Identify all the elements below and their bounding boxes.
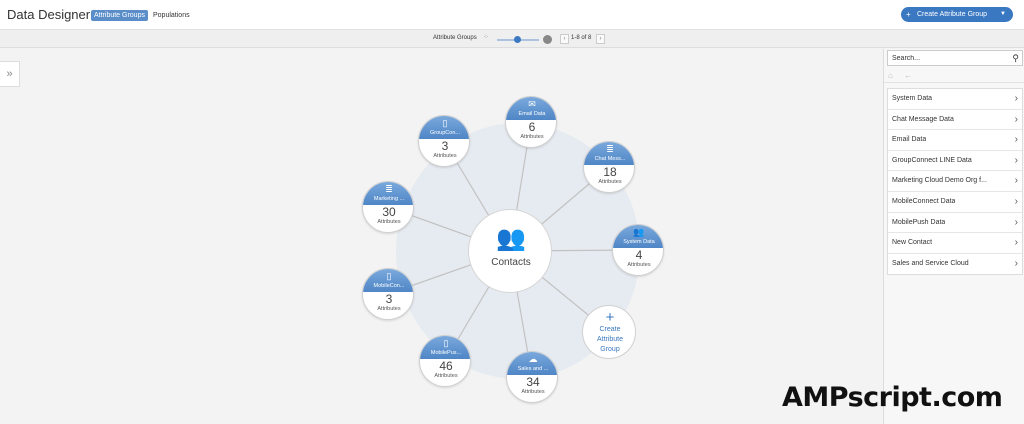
create-attribute-group-button[interactable]: + Create Attribute Group ▼	[901, 7, 1013, 22]
chevron-right-icon: ›	[1014, 216, 1018, 228]
node-count: 18	[603, 165, 617, 179]
list-item[interactable]: MobileConnect Data ›	[888, 192, 1022, 213]
diagram-canvas: ✉ Email Data 6 Attributes ≣ Chat Mess... 18 Att…	[0, 49, 883, 424]
node-name: MobilePus...	[430, 350, 462, 356]
attribute-group-node[interactable]: ≣ Marketing ... 30 Attributes	[362, 181, 414, 233]
list-item[interactable]: GroupConnect LINE Data ›	[888, 151, 1022, 172]
watermark: AMPscript.com	[782, 382, 1003, 413]
node-name: System Data	[623, 239, 655, 245]
plus-icon: +	[906, 10, 911, 19]
list-item[interactable]: System Data ›	[888, 89, 1022, 110]
attribute-group-list: System Data › Chat Message Data › Email Data…	[887, 88, 1023, 276]
header-bar: Data Designer Attribute Groups Populatio…	[0, 0, 1024, 30]
list-item-label: New Contact	[892, 239, 933, 247]
attribute-group-node[interactable]: ☁ Sales and ... 34 Attributes	[506, 351, 558, 403]
create-button-label: Create Attribute Group	[917, 11, 988, 18]
node-name: Sales and ...	[517, 366, 549, 372]
database-icon: ≣	[385, 184, 393, 194]
toolbar: Attribute Groups ⁘ ‹ 1-8 of 8 ›	[0, 30, 1024, 48]
search-input[interactable]	[892, 53, 1006, 64]
chevron-right-icon: ›	[1014, 257, 1018, 269]
node-attributes-label: Attributes	[598, 179, 622, 185]
chevron-right-icon: ›	[1014, 134, 1018, 146]
grid-small-icon[interactable]: ⁘	[483, 34, 489, 42]
mobile-icon: ▯	[386, 271, 392, 281]
node-name: GroupCon...	[430, 130, 460, 136]
node-attributes-label: Attributes	[627, 262, 651, 268]
list-item[interactable]: Email Data ›	[888, 130, 1022, 151]
list-item-label: Email Data	[892, 136, 927, 144]
node-count: 3	[441, 139, 449, 153]
node-count: 34	[526, 375, 540, 389]
chevron-right-icon: ›	[1014, 195, 1018, 207]
node-count: 46	[439, 359, 453, 373]
zoom-slider-handle[interactable]	[514, 36, 521, 43]
search-icon[interactable]: ⚲	[1012, 51, 1019, 65]
list-item-label: Marketing Cloud Demo Org f...	[892, 177, 987, 185]
attribute-group-node[interactable]: ▯ MobileCon... 3 Attributes	[362, 268, 414, 320]
node-count: 6	[528, 120, 536, 134]
node-name: Marketing ...	[373, 196, 405, 202]
prev-page-button[interactable]: ‹	[560, 34, 569, 44]
attribute-group-node[interactable]: ▯ GroupCon... 3 Attributes	[418, 115, 470, 167]
nav-row: ⌂ ←	[884, 69, 1024, 83]
chevron-right-icon: ›	[1014, 175, 1018, 187]
chevron-right-icon: ›	[1014, 113, 1018, 125]
chevron-right-icon: ›	[1014, 154, 1018, 166]
create-attribute-group-node[interactable]: + Create Attribute Group	[582, 305, 636, 359]
list-item-label: Sales and Service Cloud	[892, 259, 969, 267]
list-item[interactable]: Marketing Cloud Demo Org f... ›	[888, 171, 1022, 192]
zoom-large-icon[interactable]	[543, 35, 552, 44]
chevron-right-icon: ›	[1014, 93, 1018, 104]
attribute-group-node[interactable]: ✉ Email Data 6 Attributes	[505, 96, 557, 148]
list-item[interactable]: Sales and Service Cloud ›	[888, 254, 1022, 275]
node-count: 30	[382, 205, 396, 219]
attribute-group-node[interactable]: ▯ MobilePus... 46 Attributes	[419, 335, 471, 387]
list-item[interactable]: New Contact ›	[888, 233, 1022, 254]
node-count: 4	[635, 248, 643, 262]
node-name: Email Data	[518, 111, 546, 117]
list-item-label: Chat Message Data	[892, 115, 954, 123]
app-title: Data Designer	[7, 7, 91, 22]
list-item-label: System Data	[892, 95, 933, 102]
people-icon: 👥	[496, 225, 526, 252]
list-item-label: MobileConnect Data	[892, 197, 956, 205]
back-arrow-icon[interactable]: ←	[904, 69, 912, 83]
center-label: Contacts	[491, 257, 531, 268]
node-name: MobileCon...	[373, 283, 405, 289]
node-attributes-label: Attributes	[433, 153, 457, 159]
attribute-group-node[interactable]: ≣ Chat Mess... 18 Attributes	[583, 141, 635, 193]
tab-populations[interactable]: Populations	[153, 10, 190, 21]
search-box[interactable]: ⚲	[887, 50, 1023, 66]
envelope-icon: ✉	[528, 99, 536, 109]
node-attributes-label: Attributes	[377, 219, 401, 225]
node-count: 3	[385, 292, 393, 306]
attribute-group-node[interactable]: 👥 System Data 4 Attributes	[612, 224, 664, 276]
list-item[interactable]: MobilePush Data ›	[888, 213, 1022, 234]
chevron-right-icon: ›	[1014, 237, 1018, 249]
mobile-icon: ▯	[442, 118, 448, 128]
people-icon: 👥	[633, 227, 645, 237]
page-indicator: 1-8 of 8	[571, 35, 592, 41]
list-item-label: MobilePush Data	[892, 218, 946, 226]
toolbar-label: Attribute Groups	[433, 35, 477, 41]
home-icon[interactable]: ⌂	[888, 69, 893, 83]
contacts-center-node[interactable]: 👥 Contacts	[468, 209, 552, 293]
next-page-button[interactable]: ›	[596, 34, 605, 44]
node-attributes-label: Attributes	[520, 134, 544, 140]
plus-icon: +	[605, 309, 615, 326]
node-attributes-label: Attributes	[434, 373, 458, 379]
cloud-icon: ☁	[528, 354, 538, 364]
node-attributes-label: Attributes	[521, 389, 545, 395]
list-item-label: GroupConnect LINE Data	[892, 156, 972, 164]
node-attributes-label: Attributes	[377, 306, 401, 312]
database-icon: ≣	[606, 144, 614, 154]
caret-down-icon[interactable]: ▼	[1000, 7, 1006, 22]
mobile-icon: ▯	[443, 338, 449, 348]
list-item[interactable]: Chat Message Data ›	[888, 110, 1022, 131]
tab-attribute-groups[interactable]: Attribute Groups	[91, 10, 148, 21]
right-panel: ⚲ ⌂ ← System Data›Chat Message Data›Emai…	[883, 49, 1024, 424]
create-node-label: Create Attribute Group	[596, 326, 624, 353]
node-name: Chat Mess...	[594, 156, 626, 162]
